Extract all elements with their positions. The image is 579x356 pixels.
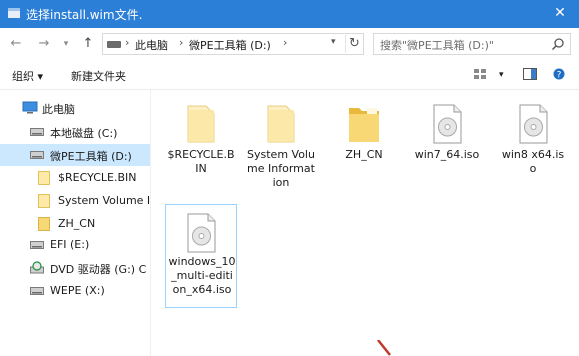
organize-button[interactable]: 组织 ▾	[12, 68, 43, 84]
file-name: ZH_CN	[345, 148, 383, 161]
file-item-windows10-iso[interactable]: windows_10_multi-edition_x64.iso	[165, 204, 237, 308]
nav-item-drive-d[interactable]: 微PE工具箱 (D:)	[0, 144, 150, 166]
command-bar: 组织 ▾ 新建文件夹 ▾ ?	[0, 60, 579, 90]
nav-item-label: 本地磁盘 (C:)	[50, 127, 118, 140]
nav-item-zh-cn[interactable]: ZH_CN	[0, 213, 150, 235]
drive-icon	[107, 41, 121, 48]
close-button[interactable]: ✕	[551, 3, 569, 23]
disc-image-file-icon	[519, 104, 548, 144]
new-folder-button[interactable]: 新建文件夹	[71, 68, 126, 84]
nav-item-label: 微PE工具箱 (D:)	[50, 150, 132, 163]
address-row: ← → ▾ ↑ › 此电脑 › 微PE工具箱 (D:) › ▾ ↻ 搜索"微PE…	[0, 28, 579, 60]
up-button[interactable]: ↑	[78, 34, 98, 54]
nav-item-label: System Volume I	[58, 194, 151, 207]
file-name: win8 x64.iso	[501, 148, 565, 175]
nav-item-label: EFI (E:)	[50, 238, 90, 251]
nav-item-dvd-drive[interactable]: DVD 驱动器 (G:) C	[0, 257, 150, 279]
view-options-dropdown-icon[interactable]: ▾	[499, 70, 504, 80]
drive-icon	[30, 128, 44, 136]
change-view-icon[interactable]	[473, 68, 487, 80]
folder-icon	[349, 108, 379, 142]
breadcrumb-separator-icon: ›	[179, 36, 184, 49]
breadcrumb-drive-d[interactable]: 微PE工具箱 (D:)	[189, 37, 271, 53]
nav-item-label: DVD 驱动器 (G:) C	[50, 263, 147, 276]
folder-icon	[267, 105, 295, 143]
file-name: windows_10_multi-edition_x64.iso	[168, 255, 236, 296]
disc-image-file-icon	[187, 213, 216, 253]
navigation-pane: 此电脑 本地磁盘 (C:) 微PE工具箱 (D:) $RECYCLE.BIN S…	[0, 90, 151, 356]
forward-button[interactable]: →	[34, 34, 54, 54]
file-item-win7-iso[interactable]: win7_64.iso	[411, 96, 483, 216]
drive-icon	[30, 151, 44, 159]
search-placeholder: 搜索"微PE工具箱 (D:)"	[380, 39, 494, 52]
title-bar: 选择install.wim文件. ✕	[0, 0, 579, 28]
folder-icon	[38, 171, 50, 185]
address-bar[interactable]: › 此电脑 › 微PE工具箱 (D:) › ▾ ↻	[102, 33, 364, 55]
nav-item-drive-x[interactable]: WEPE (X:)	[0, 280, 150, 302]
window-title: 选择install.wim文件.	[26, 8, 143, 22]
search-icon	[551, 38, 564, 51]
folder-icon	[38, 194, 50, 208]
nav-item-drive-e[interactable]: EFI (E:)	[0, 234, 150, 256]
nav-item-label: ZH_CN	[58, 217, 96, 230]
drive-icon	[30, 241, 44, 249]
recent-locations-button[interactable]: ▾	[56, 34, 76, 54]
file-name: win7_64.iso	[414, 148, 480, 161]
computer-icon	[22, 101, 38, 114]
nav-item-label: WEPE (X:)	[50, 284, 105, 297]
search-input[interactable]: 搜索"微PE工具箱 (D:)"	[373, 33, 571, 55]
file-item-win8-iso[interactable]: win8 x64.iso	[497, 96, 569, 216]
help-icon[interactable]: ?	[552, 68, 566, 80]
nav-item-label: 此电脑	[42, 103, 75, 116]
file-item-recycle-bin[interactable]: $RECYCLE.BIN	[165, 96, 237, 216]
breadcrumb-separator-icon: ›	[125, 36, 130, 49]
drive-icon	[30, 287, 44, 295]
nav-item-drive-c[interactable]: 本地磁盘 (C:)	[0, 121, 150, 143]
disc-image-file-icon	[433, 104, 462, 144]
breadcrumb-this-pc[interactable]: 此电脑	[135, 37, 168, 53]
file-name: $RECYCLE.BIN	[167, 148, 235, 175]
folder-icon	[38, 217, 50, 231]
address-dropdown-icon[interactable]: ▾	[331, 37, 336, 47]
nav-item-system-volume[interactable]: System Volume I	[0, 190, 151, 212]
nav-item-label: $RECYCLE.BIN	[58, 171, 137, 184]
file-item-zh-cn[interactable]: ZH_CN	[328, 96, 400, 216]
refresh-button[interactable]: ↻	[345, 35, 363, 53]
folder-icon	[187, 105, 215, 143]
dvd-drive-icon	[30, 261, 44, 274]
nav-item-recycle-bin[interactable]: $RECYCLE.BIN	[0, 167, 150, 189]
nav-item-this-pc[interactable]: 此电脑	[0, 97, 150, 119]
window-app-icon	[8, 8, 20, 18]
svg-text:?: ?	[557, 71, 562, 81]
red-arrow-pointer-icon	[377, 340, 391, 356]
file-list: $RECYCLE.BIN System Volume Information Z…	[152, 90, 579, 356]
back-button[interactable]: ←	[6, 34, 26, 54]
preview-pane-icon[interactable]	[523, 68, 537, 80]
file-item-system-volume[interactable]: System Volume Information	[245, 96, 317, 216]
breadcrumb-separator-icon: ›	[283, 36, 288, 49]
file-name: System Volume Information	[247, 148, 315, 189]
